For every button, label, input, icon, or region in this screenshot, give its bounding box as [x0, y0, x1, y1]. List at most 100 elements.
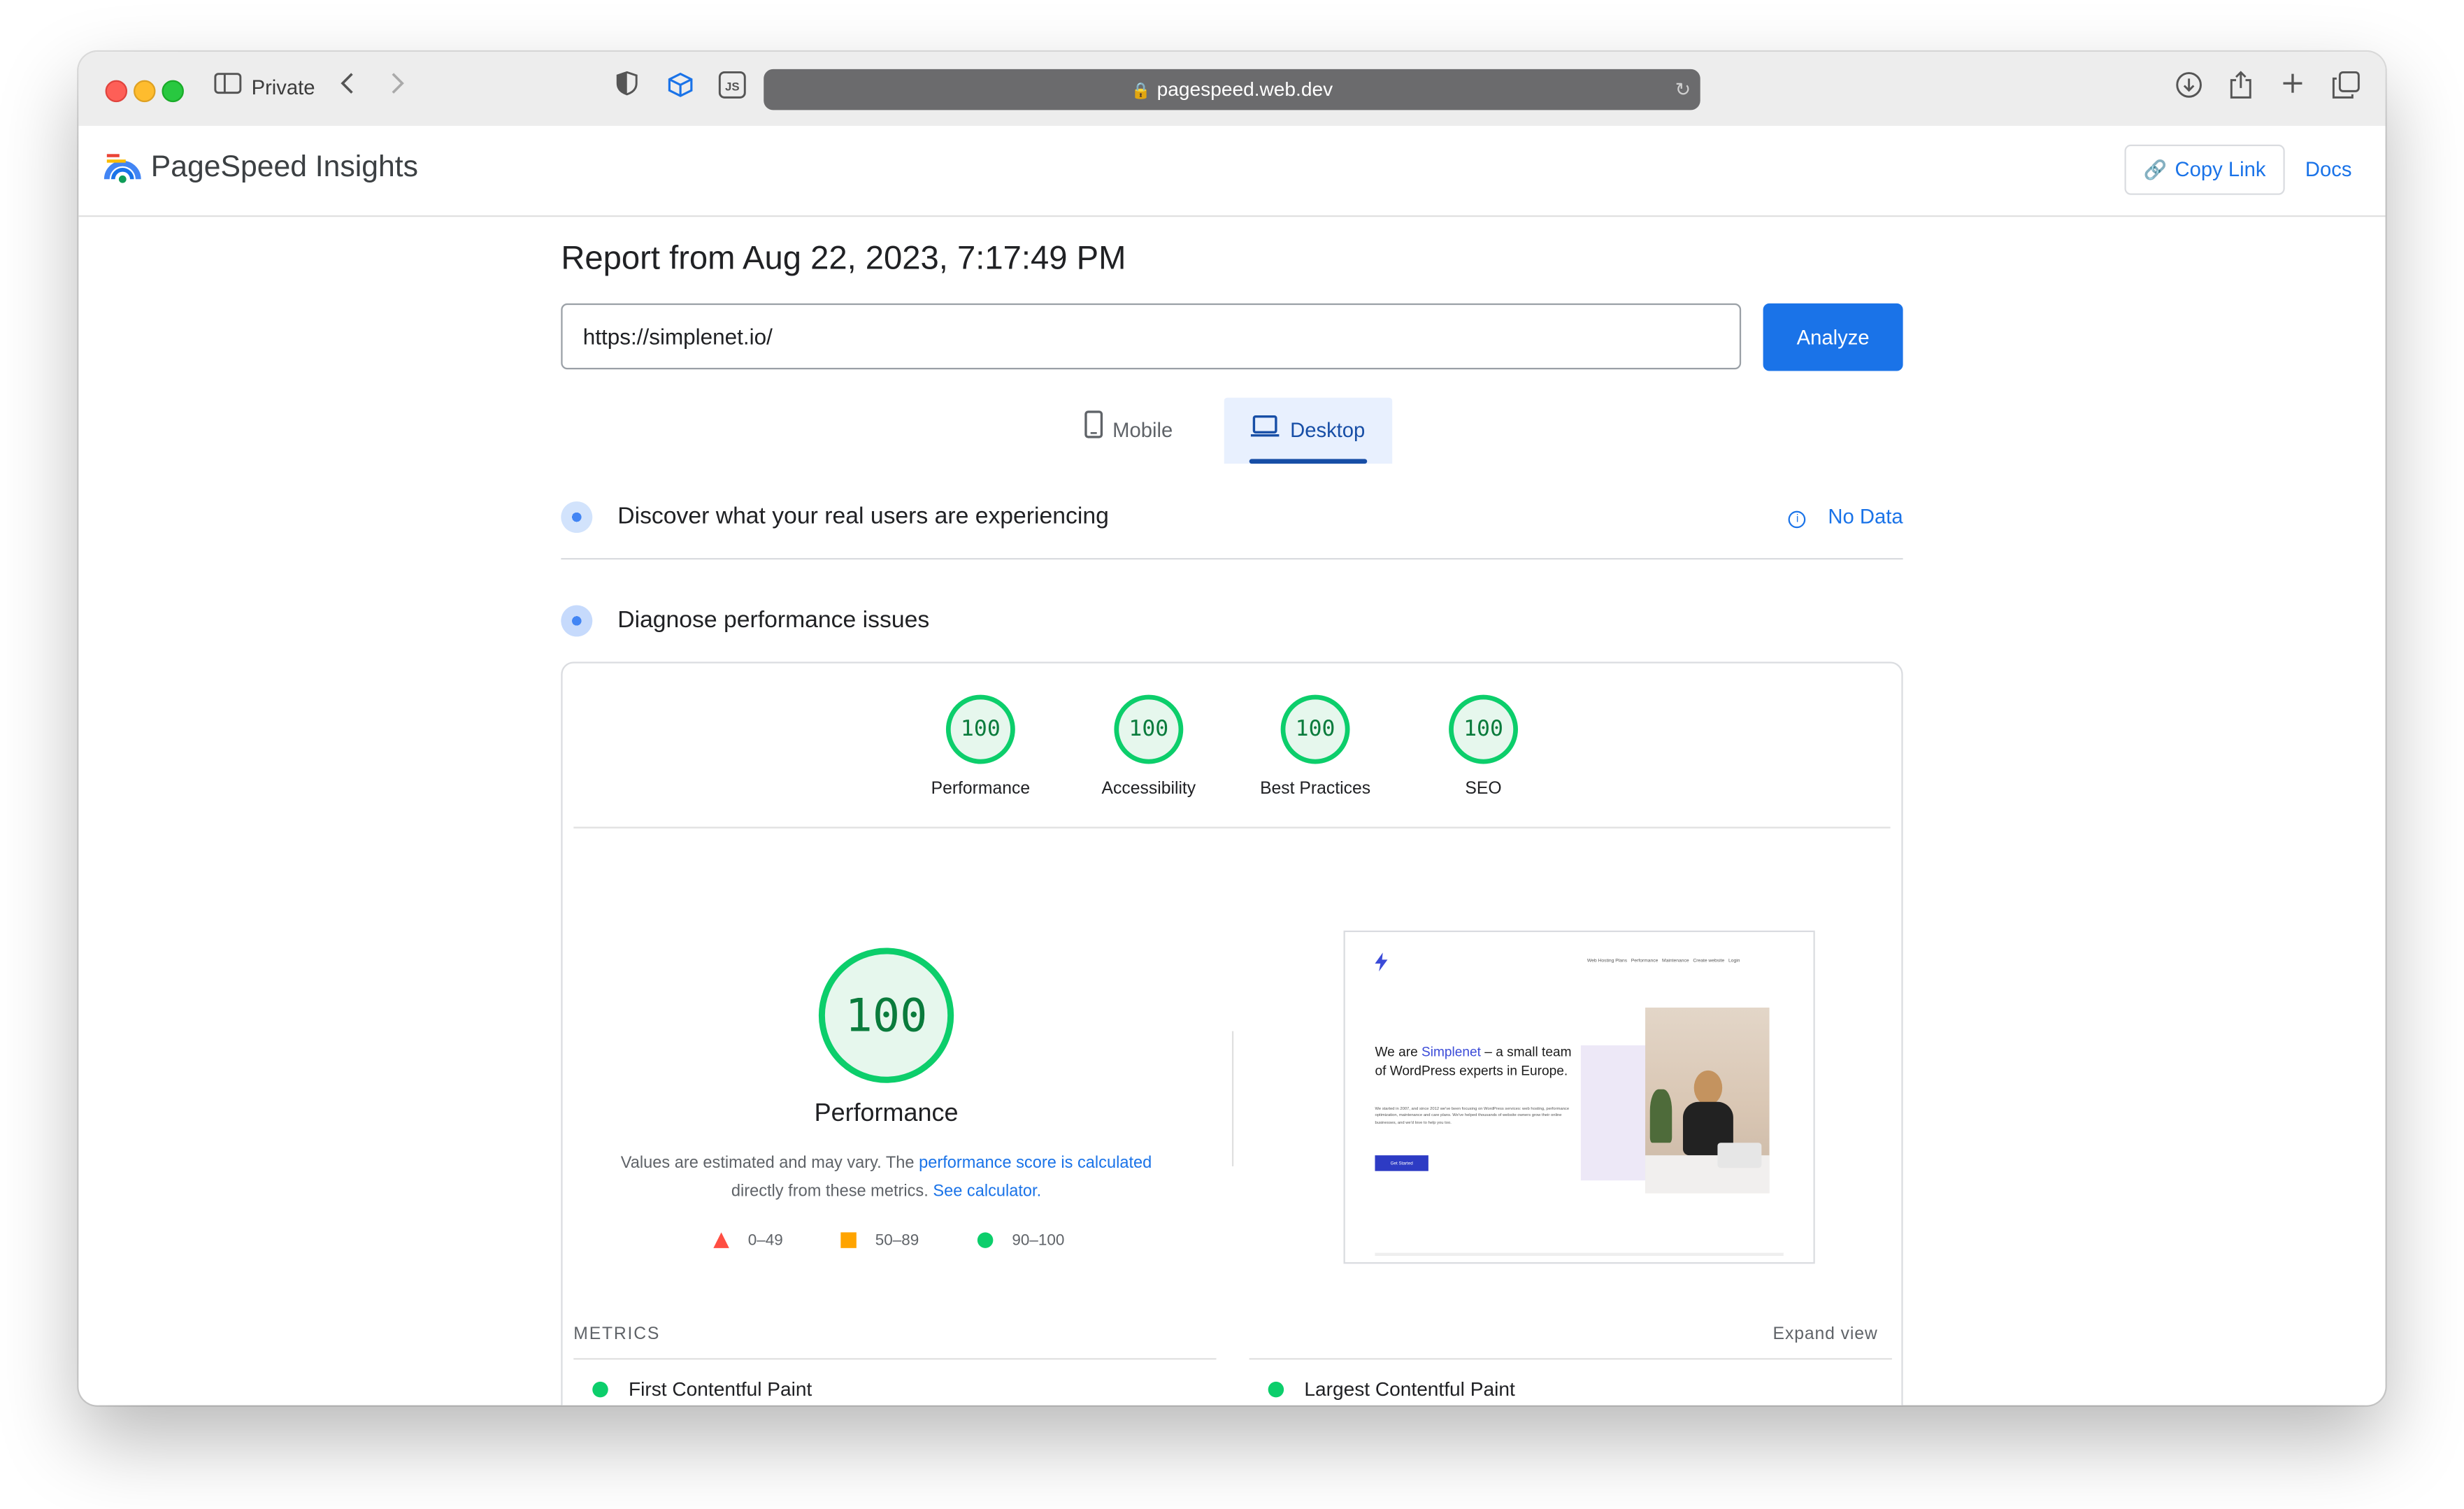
- download-icon[interactable]: [2175, 71, 2202, 110]
- legend-average: 50–89: [840, 1231, 919, 1252]
- section-divider: [561, 558, 1903, 560]
- shot-nav-item: Web Hosting Plans: [1586, 957, 1628, 964]
- analyze-button[interactable]: Analyze: [1763, 303, 1903, 371]
- legend-fail: 0–49: [713, 1231, 783, 1252]
- tab-desktop[interactable]: Desktop: [1224, 397, 1393, 464]
- shot-photo: [1645, 1007, 1770, 1194]
- legend-pass-range: 90–100: [1012, 1232, 1065, 1250]
- pass-circle-icon: [592, 1381, 608, 1398]
- legend-average-range: 50–89: [875, 1232, 919, 1250]
- lab-data-title: Diagnose performance issues: [617, 606, 930, 634]
- shot-bottom-strip: [1375, 1252, 1784, 1257]
- browser-window: Private JS 🔒 pagespeed.web.dev ↻ PageSpe…: [78, 52, 2386, 1406]
- metric-label: First Contentful Paint: [628, 1378, 812, 1401]
- metric-first-contentful-paint: First Contentful Paint: [592, 1378, 812, 1401]
- lock-icon: 🔒: [1131, 83, 1151, 101]
- shot-body-text: We started in 2007, and since 2012 we've…: [1375, 1106, 1570, 1126]
- card-divider: [573, 827, 1891, 829]
- final-screenshot[interactable]: Web Hosting Plans Performance Maintenanc…: [1343, 930, 1815, 1264]
- minimize-window-button[interactable]: [134, 80, 156, 103]
- metrics-divider-right: [1249, 1358, 1892, 1360]
- browser-toolbar: Private JS 🔒 pagespeed.web.dev ↻: [78, 52, 2386, 128]
- zoom-window-button[interactable]: [162, 80, 184, 103]
- report-title: Report from Aug 22, 2023, 7:17:49 PM: [561, 240, 1126, 277]
- vertical-divider: [1231, 1031, 1234, 1166]
- forward-icon[interactable]: [388, 71, 407, 105]
- tab-mobile[interactable]: Mobile: [1084, 398, 1219, 464]
- category-accessibility[interactable]: 100 Accessibility: [1086, 694, 1212, 799]
- lab-report-card: 100 Performance 100 Accessibility 100 Be…: [561, 661, 1903, 1406]
- performance-score-gauge: 100: [818, 947, 954, 1083]
- performance-score-label: Performance: [814, 1100, 959, 1127]
- users-icon: [561, 501, 593, 534]
- private-label: Private: [251, 75, 315, 99]
- category-label: Performance: [931, 779, 1031, 799]
- shield-icon[interactable]: [616, 71, 638, 107]
- category-label: Best Practices: [1260, 779, 1371, 799]
- reload-icon[interactable]: ↻: [1675, 69, 1691, 110]
- box-icon[interactable]: [666, 71, 694, 110]
- new-tab-icon[interactable]: [2280, 71, 2305, 107]
- js-icon[interactable]: JS: [718, 71, 746, 110]
- score-gauge: 100: [1114, 694, 1184, 764]
- sidebar-icon[interactable]: [214, 71, 242, 105]
- app-title: PageSpeed Insights: [150, 150, 418, 185]
- shot-photo-laptop: [1717, 1143, 1762, 1168]
- category-seo[interactable]: 100 SEO: [1421, 694, 1547, 799]
- no-data-link[interactable]: i No Data: [1789, 505, 1903, 529]
- copy-link-label: Copy Link: [2175, 157, 2266, 181]
- category-performance[interactable]: 100 Performance: [917, 694, 1043, 799]
- lightning-logo-icon: [1375, 952, 1388, 972]
- app-header: PageSpeed Insights 🔗 Copy Link Docs: [78, 125, 2386, 217]
- category-label: SEO: [1465, 779, 1502, 799]
- info-icon: i: [1789, 510, 1806, 529]
- metric-label: Largest Contentful Paint: [1304, 1378, 1515, 1401]
- expand-view-toggle[interactable]: Expand view: [1773, 1325, 1878, 1344]
- no-data-label: No Data: [1828, 504, 1903, 529]
- tabs-overview-icon[interactable]: [2332, 71, 2360, 110]
- score-gauge: 100: [1449, 694, 1518, 764]
- diagnose-icon: [561, 605, 593, 637]
- mobile-icon: [1084, 399, 1103, 464]
- category-best-practices[interactable]: 100 Best Practices: [1252, 694, 1378, 799]
- url-input[interactable]: https://simplenet.io/: [561, 303, 1742, 370]
- note-middle: directly from these metrics.: [731, 1182, 933, 1201]
- pagespeed-logo-icon: [103, 154, 141, 183]
- svg-text:JS: JS: [725, 80, 740, 93]
- fail-triangle-icon: [713, 1233, 729, 1249]
- average-square-icon: [840, 1233, 857, 1249]
- address-text: pagespeed.web.dev: [1156, 78, 1333, 101]
- shot-photo-plant: [1649, 1089, 1672, 1143]
- shot-headline: We are Simplenet – a small team of WordP…: [1375, 1044, 1576, 1080]
- share-icon[interactable]: [2228, 71, 2254, 110]
- score-gauge: 100: [945, 694, 1015, 764]
- docs-link[interactable]: Docs: [2305, 157, 2352, 181]
- link-icon: 🔗: [2143, 159, 2168, 181]
- score-gauge: 100: [1280, 694, 1350, 764]
- legend-pass: 90–100: [977, 1231, 1064, 1252]
- shot-nav: Web Hosting Plans Performance Maintenanc…: [1587, 957, 1740, 964]
- metrics-heading: METRICS: [573, 1324, 661, 1344]
- legend-fail-range: 0–49: [747, 1232, 783, 1250]
- metrics-divider-left: [573, 1358, 1217, 1360]
- see-calculator-link[interactable]: See calculator.: [933, 1182, 1041, 1201]
- desktop-icon: [1249, 399, 1281, 464]
- shot-headline-brand: Simplenet: [1421, 1043, 1481, 1060]
- copy-link-button[interactable]: 🔗 Copy Link: [2124, 144, 2285, 195]
- address-bar[interactable]: 🔒 pagespeed.web.dev ↻: [764, 69, 1700, 110]
- pass-circle-icon: [977, 1233, 994, 1249]
- shot-nav-item: Performance: [1631, 957, 1659, 964]
- score-calculated-link[interactable]: performance score is calculated: [919, 1154, 1152, 1173]
- close-window-button[interactable]: [105, 80, 128, 103]
- brand[interactable]: PageSpeed Insights: [103, 151, 418, 185]
- metric-largest-contentful-paint: Largest Contentful Paint: [1268, 1378, 1515, 1401]
- tab-mobile-label: Mobile: [1112, 417, 1173, 442]
- field-data-section: Discover what your real users are experi…: [561, 499, 1903, 536]
- shot-nav-item: Login: [1728, 957, 1740, 964]
- note-prefix: Values are estimated and may vary. The: [620, 1153, 919, 1173]
- tab-desktop-label: Desktop: [1290, 417, 1366, 442]
- shot-nav-item: Create website: [1693, 957, 1725, 964]
- back-icon[interactable]: [338, 71, 357, 105]
- category-label: Accessibility: [1101, 779, 1196, 799]
- shot-nav-item: Maintenance: [1662, 957, 1689, 964]
